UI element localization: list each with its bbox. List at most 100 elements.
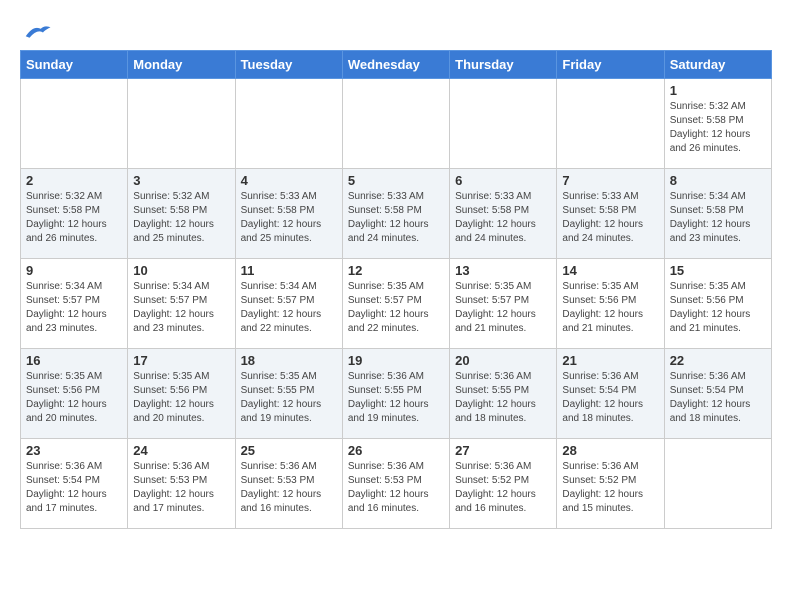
calendar-week-3: 9 Sunrise: 5:34 AM Sunset: 5:57 PM Daylig…: [21, 259, 772, 349]
calendar-week-4: 16 Sunrise: 5:35 AM Sunset: 5:56 PM Dayli…: [21, 349, 772, 439]
day-info: Sunrise: 5:35 AM Sunset: 5:57 PM Dayligh…: [348, 280, 444, 336]
day-number: 19: [348, 353, 444, 368]
day-info: Sunrise: 5:35 AM Sunset: 5:56 PM Dayligh…: [133, 370, 229, 426]
day-info: Sunrise: 5:36 AM Sunset: 5:52 PM Dayligh…: [455, 460, 551, 516]
day-number: 14: [562, 263, 658, 278]
logo-bird-icon: [22, 20, 52, 45]
calendar-cell: 11Sunrise: 5:34 AM Sunset: 5:57 PM Dayli…: [235, 259, 342, 349]
weekday-header-sunday: Sunday: [21, 51, 128, 79]
day-number: 20: [455, 353, 551, 368]
calendar-cell: 10Sunrise: 5:34 AM Sunset: 5:57 PM Dayli…: [128, 259, 235, 349]
weekday-header-wednesday: Wednesday: [342, 51, 449, 79]
day-info: Sunrise: 5:36 AM Sunset: 5:53 PM Dayligh…: [133, 460, 229, 516]
calendar-cell: 20 Sunrise: 5:36 AM Sunset: 5:55 PM Dayli…: [450, 349, 557, 439]
logo: [20, 20, 52, 40]
day-number: 1: [670, 83, 766, 98]
day-number: 5: [348, 173, 444, 188]
day-info: Sunrise: 5:35 AM Sunset: 5:56 PM Dayligh…: [562, 280, 658, 336]
day-info: Sunrise: 5:33 AM Sunset: 5:58 PM Dayligh…: [562, 190, 658, 246]
calendar-cell: [557, 79, 664, 169]
calendar-cell: 3 Sunrise: 5:32 AM Sunset: 5:58 PM Daylig…: [128, 169, 235, 259]
day-info: Sunrise: 5:35 AM Sunset: 5:55 PM Dayligh…: [241, 370, 337, 426]
calendar-header-row: SundayMondayTuesdayWednesdayThursdayFrid…: [21, 51, 772, 79]
day-number: 6: [455, 173, 551, 188]
day-number: 21: [562, 353, 658, 368]
day-number: 11: [241, 263, 337, 278]
day-info: Sunrise: 5:36 AM Sunset: 5:52 PM Dayligh…: [562, 460, 658, 516]
calendar-cell: 28Sunrise: 5:36 AM Sunset: 5:52 PM Dayli…: [557, 439, 664, 529]
day-number: 16: [26, 353, 122, 368]
day-number: 10: [133, 263, 229, 278]
day-info: Sunrise: 5:34 AM Sunset: 5:57 PM Dayligh…: [26, 280, 122, 336]
weekday-header-friday: Friday: [557, 51, 664, 79]
calendar-cell: 15Sunrise: 5:35 AM Sunset: 5:56 PM Dayli…: [664, 259, 771, 349]
calendar-cell: 19 Sunrise: 5:36 AM Sunset: 5:55 PM Dayli…: [342, 349, 449, 439]
weekday-header-tuesday: Tuesday: [235, 51, 342, 79]
day-info: Sunrise: 5:33 AM Sunset: 5:58 PM Dayligh…: [455, 190, 551, 246]
day-number: 9: [26, 263, 122, 278]
calendar-cell: [21, 79, 128, 169]
day-number: 23: [26, 443, 122, 458]
weekday-header-monday: Monday: [128, 51, 235, 79]
calendar-cell: 13 Sunrise: 5:35 AM Sunset: 5:57 PM Dayli…: [450, 259, 557, 349]
day-number: 7: [562, 173, 658, 188]
calendar-cell: 9 Sunrise: 5:34 AM Sunset: 5:57 PM Daylig…: [21, 259, 128, 349]
calendar-cell: 17 Sunrise: 5:35 AM Sunset: 5:56 PM Dayli…: [128, 349, 235, 439]
day-number: 17: [133, 353, 229, 368]
calendar-cell: [128, 79, 235, 169]
calendar-cell: 24 Sunrise: 5:36 AM Sunset: 5:53 PM Dayli…: [128, 439, 235, 529]
weekday-header-saturday: Saturday: [664, 51, 771, 79]
day-number: 3: [133, 173, 229, 188]
calendar-table: SundayMondayTuesdayWednesdayThursdayFrid…: [20, 50, 772, 529]
calendar-cell: 23Sunrise: 5:36 AM Sunset: 5:54 PM Dayli…: [21, 439, 128, 529]
day-number: 4: [241, 173, 337, 188]
day-info: Sunrise: 5:36 AM Sunset: 5:54 PM Dayligh…: [670, 370, 766, 426]
day-number: 22: [670, 353, 766, 368]
day-number: 13: [455, 263, 551, 278]
day-info: Sunrise: 5:34 AM Sunset: 5:58 PM Dayligh…: [670, 190, 766, 246]
day-info: Sunrise: 5:36 AM Sunset: 5:53 PM Dayligh…: [241, 460, 337, 516]
calendar-cell: [664, 439, 771, 529]
day-info: Sunrise: 5:36 AM Sunset: 5:55 PM Dayligh…: [455, 370, 551, 426]
calendar-cell: 5 Sunrise: 5:33 AM Sunset: 5:58 PM Daylig…: [342, 169, 449, 259]
calendar-week-1: 1 Sunrise: 5:32 AM Sunset: 5:58 PM Daylig…: [21, 79, 772, 169]
day-info: Sunrise: 5:32 AM Sunset: 5:58 PM Dayligh…: [670, 100, 766, 156]
calendar-cell: 21 Sunrise: 5:36 AM Sunset: 5:54 PM Dayli…: [557, 349, 664, 439]
calendar-cell: 7 Sunrise: 5:33 AM Sunset: 5:58 PM Daylig…: [557, 169, 664, 259]
day-info: Sunrise: 5:32 AM Sunset: 5:58 PM Dayligh…: [133, 190, 229, 246]
calendar-cell: 16 Sunrise: 5:35 AM Sunset: 5:56 PM Dayli…: [21, 349, 128, 439]
day-number: 24: [133, 443, 229, 458]
calendar-cell: 25 Sunrise: 5:36 AM Sunset: 5:53 PM Dayli…: [235, 439, 342, 529]
calendar-cell: 8 Sunrise: 5:34 AM Sunset: 5:58 PM Daylig…: [664, 169, 771, 259]
page-header: [20, 20, 772, 40]
day-number: 27: [455, 443, 551, 458]
calendar-cell: 6 Sunrise: 5:33 AM Sunset: 5:58 PM Daylig…: [450, 169, 557, 259]
day-info: Sunrise: 5:32 AM Sunset: 5:58 PM Dayligh…: [26, 190, 122, 246]
day-info: Sunrise: 5:36 AM Sunset: 5:55 PM Dayligh…: [348, 370, 444, 426]
day-number: 25: [241, 443, 337, 458]
day-info: Sunrise: 5:36 AM Sunset: 5:54 PM Dayligh…: [562, 370, 658, 426]
calendar-cell: 2Sunrise: 5:32 AM Sunset: 5:58 PM Daylig…: [21, 169, 128, 259]
calendar-cell: 12 Sunrise: 5:35 AM Sunset: 5:57 PM Dayli…: [342, 259, 449, 349]
day-number: 12: [348, 263, 444, 278]
day-info: Sunrise: 5:33 AM Sunset: 5:58 PM Dayligh…: [348, 190, 444, 246]
calendar-cell: 18 Sunrise: 5:35 AM Sunset: 5:55 PM Dayli…: [235, 349, 342, 439]
day-number: 8: [670, 173, 766, 188]
calendar-cell: [235, 79, 342, 169]
calendar-week-2: 2Sunrise: 5:32 AM Sunset: 5:58 PM Daylig…: [21, 169, 772, 259]
day-info: Sunrise: 5:33 AM Sunset: 5:58 PM Dayligh…: [241, 190, 337, 246]
calendar-cell: [342, 79, 449, 169]
calendar-cell: 22 Sunrise: 5:36 AM Sunset: 5:54 PM Dayli…: [664, 349, 771, 439]
calendar-cell: 26 Sunrise: 5:36 AM Sunset: 5:53 PM Dayli…: [342, 439, 449, 529]
day-number: 15: [670, 263, 766, 278]
calendar-cell: [450, 79, 557, 169]
calendar-cell: 27 Sunrise: 5:36 AM Sunset: 5:52 PM Dayli…: [450, 439, 557, 529]
day-info: Sunrise: 5:35 AM Sunset: 5:57 PM Dayligh…: [455, 280, 551, 336]
calendar-week-5: 23Sunrise: 5:36 AM Sunset: 5:54 PM Dayli…: [21, 439, 772, 529]
day-info: Sunrise: 5:36 AM Sunset: 5:53 PM Dayligh…: [348, 460, 444, 516]
day-number: 26: [348, 443, 444, 458]
weekday-header-thursday: Thursday: [450, 51, 557, 79]
day-info: Sunrise: 5:35 AM Sunset: 5:56 PM Dayligh…: [26, 370, 122, 426]
calendar-cell: 1 Sunrise: 5:32 AM Sunset: 5:58 PM Daylig…: [664, 79, 771, 169]
day-number: 18: [241, 353, 337, 368]
